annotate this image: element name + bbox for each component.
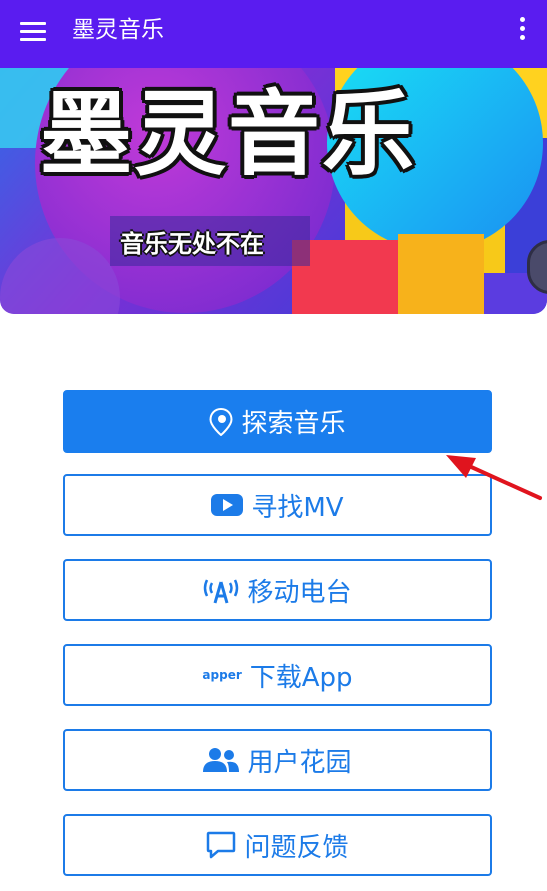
hero-banner[interactable]: 墨灵音乐 音乐无处不在 bbox=[0, 68, 547, 314]
mobile-radio-label: 移动电台 bbox=[247, 577, 352, 608]
youtube-icon bbox=[211, 494, 244, 516]
apper-icon: apper bbox=[202, 668, 242, 682]
comment-icon bbox=[206, 831, 236, 859]
more-vertical-icon[interactable] bbox=[512, 14, 534, 48]
mobile-radio-button[interactable]: 移动电台 bbox=[63, 559, 492, 621]
app-title: 墨灵音乐 bbox=[72, 17, 164, 43]
banner-title: 墨灵音乐 bbox=[40, 81, 417, 188]
banner-slogan: 音乐无处不在 bbox=[120, 230, 264, 258]
user-garden-label: 用户花园 bbox=[247, 747, 352, 778]
feedback-button[interactable]: 问题反馈 bbox=[63, 814, 492, 876]
users-icon bbox=[203, 747, 240, 773]
find-mv-button[interactable]: 寻找MV bbox=[63, 474, 492, 536]
hamburger-menu-icon[interactable] bbox=[20, 19, 46, 49]
location-pin-icon bbox=[209, 407, 233, 436]
app-bar: 墨灵音乐 bbox=[0, 0, 547, 68]
feedback-label: 问题反馈 bbox=[244, 832, 349, 863]
explore-music-button[interactable]: 探索音乐 bbox=[63, 390, 492, 453]
download-app-label: 下载App bbox=[249, 662, 353, 693]
find-mv-label: 寻找MV bbox=[251, 492, 344, 523]
user-garden-button[interactable]: 用户花园 bbox=[63, 729, 492, 791]
download-app-button[interactable]: apper 下载App bbox=[63, 644, 492, 706]
radio-broadcast-icon bbox=[203, 576, 239, 604]
annotation-arrow-icon bbox=[446, 455, 542, 500]
explore-music-label: 探索音乐 bbox=[241, 409, 346, 439]
